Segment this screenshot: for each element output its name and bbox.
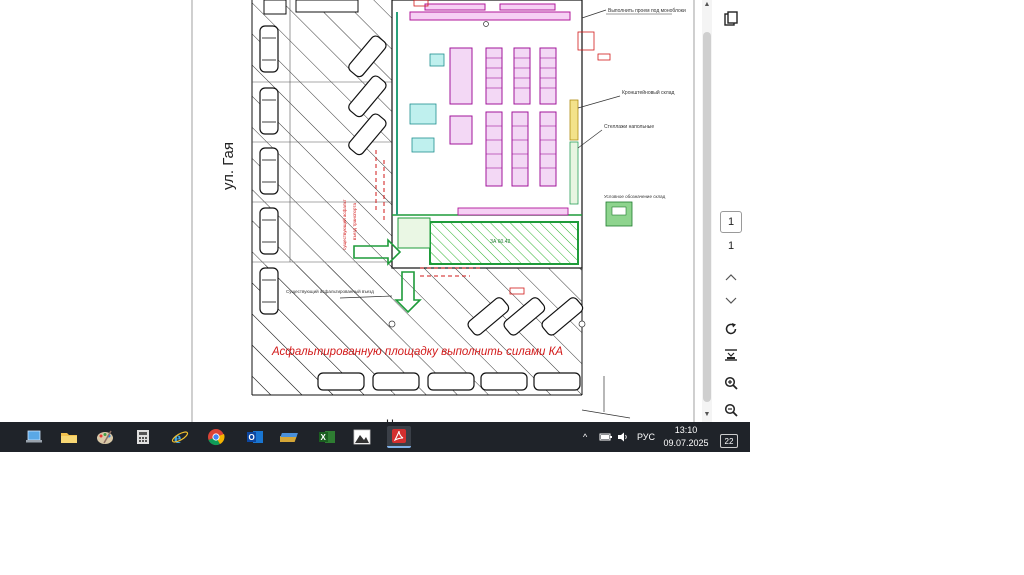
- callout-lower: Существующий асфальтированный въезд: [286, 288, 374, 294]
- page-total: 1: [727, 240, 735, 252]
- svg-text:существующий асфальт: существующий асфальт: [341, 200, 347, 251]
- page-number-input[interactable]: 1: [720, 211, 742, 233]
- excel-icon[interactable]: X: [315, 426, 339, 448]
- asphalt-note: Асфальтированную площадку выполнить сила…: [271, 346, 563, 358]
- svg-text:въезд транспорта: въезд транспорта: [352, 203, 357, 240]
- clock[interactable]: 13:10 09.07.2025: [662, 424, 710, 450]
- drawing-canvas[interactable]: ЗА 60.42 существующий асфальт въезд тран…: [0, 0, 712, 422]
- callout-shelves: Кронштейновый склад: [622, 89, 674, 96]
- battery-icon[interactable]: [599, 422, 613, 452]
- scrollbar-thumb[interactable]: [703, 32, 711, 402]
- calculator-icon[interactable]: [131, 426, 155, 448]
- scroll-up-arrow[interactable]: ▲: [702, 0, 712, 10]
- svg-text:X: X: [321, 433, 327, 442]
- parked-cars-horizontal: [317, 372, 581, 391]
- zoom-out-icon[interactable]: [718, 399, 744, 421]
- file-explorer-icon[interactable]: [57, 426, 81, 448]
- callout-racks: Стеллажи напольные: [604, 124, 654, 130]
- chevron-down-icon[interactable]: [718, 290, 744, 312]
- callout-legend: Условное обозначение склад: [604, 194, 666, 199]
- zoom-in-icon[interactable]: [718, 372, 744, 394]
- speaker-icon[interactable]: [617, 422, 629, 452]
- fit-page-icon[interactable]: [718, 344, 744, 366]
- chrome-icon[interactable]: [204, 426, 228, 448]
- callout-top: Выполнить проем под моноблоки: [608, 8, 686, 14]
- acrobat-icon[interactable]: [387, 426, 411, 448]
- clock-date: 09.07.2025: [663, 438, 709, 448]
- svg-text:O: O: [249, 433, 255, 442]
- language-indicator[interactable]: РУС: [637, 422, 655, 452]
- zone-label: ЗА 60.42: [490, 239, 510, 245]
- paint-icon[interactable]: [93, 426, 117, 448]
- pdf-viewer: ЗА 60.42 существующий асфальт въезд тран…: [0, 0, 750, 422]
- parked-cars-vertical: [259, 25, 279, 315]
- rotate-icon[interactable]: [718, 318, 744, 340]
- yellow-shelf: [569, 99, 579, 141]
- internet-explorer-icon[interactable]: e: [168, 426, 192, 448]
- taskbar: e O X ^ РУС 13:10 09.07.2025: [0, 422, 750, 452]
- svg-text:e: e: [174, 430, 181, 446]
- scroll-down-arrow[interactable]: ▼: [702, 410, 712, 420]
- clock-time: 13:10: [674, 425, 698, 435]
- outlook-icon[interactable]: O: [243, 426, 267, 448]
- laptop-icon[interactable]: [22, 426, 46, 448]
- chevron-up-icon[interactable]: [718, 266, 744, 288]
- folder-stack-icon[interactable]: [278, 426, 302, 448]
- street-label: ул. Гая: [220, 142, 237, 190]
- copy-icon[interactable]: [718, 8, 744, 30]
- notification-center[interactable]: 22: [720, 434, 738, 448]
- tray-overflow-chevron[interactable]: ^: [583, 422, 587, 452]
- photos-icon[interactable]: [350, 426, 374, 448]
